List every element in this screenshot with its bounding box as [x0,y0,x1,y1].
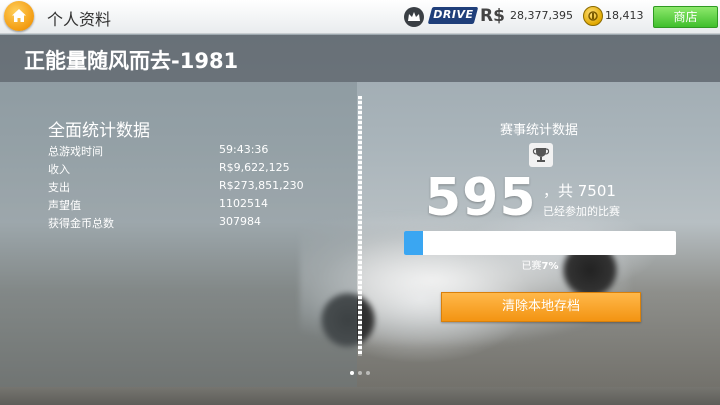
shop-button[interactable]: 商店 [653,6,718,28]
clear-local-save-button[interactable]: 清除本地存档 [441,292,641,322]
stat-label: 支出 [48,181,70,194]
page-dot[interactable] [350,371,354,375]
stat-label: 总游戏时间 [48,145,103,158]
overall-stats-title: 全面统计数据 [48,121,150,141]
race-progress-label: 已赛7% [404,257,676,272]
stat-value: R$273,851,230 [219,179,304,192]
bottom-strip [0,387,720,405]
home-button[interactable] [4,1,34,31]
crown-icon [404,7,424,27]
page-dot[interactable] [358,371,362,375]
gold-coin-icon [583,6,603,26]
progress-prefix: 已赛 [521,261,542,272]
drive-logo: DRIVE [427,7,479,24]
race-stats-title: 赛事统计数据 [500,123,579,138]
profile-name: 正能量随风而去-1981 [24,49,239,73]
drive-logo-text: DRIVE [433,8,474,21]
stat-value: 307984 [219,215,261,228]
trophy-icon [529,143,553,167]
gold-balance: 18,413 [605,9,644,22]
races-participated-label: 已经参加的比赛 [543,205,620,218]
stat-label: 获得金币总数 [48,217,114,230]
stat-label: 声望值 [48,199,81,212]
currency-rs-label: R$ [480,6,505,26]
race-progress-bar [404,231,676,255]
progress-percent: 7% [541,261,559,272]
races-completed-count: 595 [425,168,537,228]
home-icon [12,9,26,22]
rs-balance: 28,377,395 [510,9,573,22]
stat-value: R$9,622,125 [219,161,290,174]
page-dot[interactable] [366,371,370,375]
race-progress-fill [404,231,423,255]
page-title: 个人资料 [47,10,112,29]
stat-value: 59:43:36 [219,143,269,156]
top-bar: 个人资料 DRIVE R$ 28,377,395 18,413 商店 [0,0,720,34]
panel-divider [358,96,362,356]
stat-label: 收入 [48,163,70,176]
stat-value: 1102514 [219,197,268,210]
races-total: ，共 7501 [543,182,616,200]
